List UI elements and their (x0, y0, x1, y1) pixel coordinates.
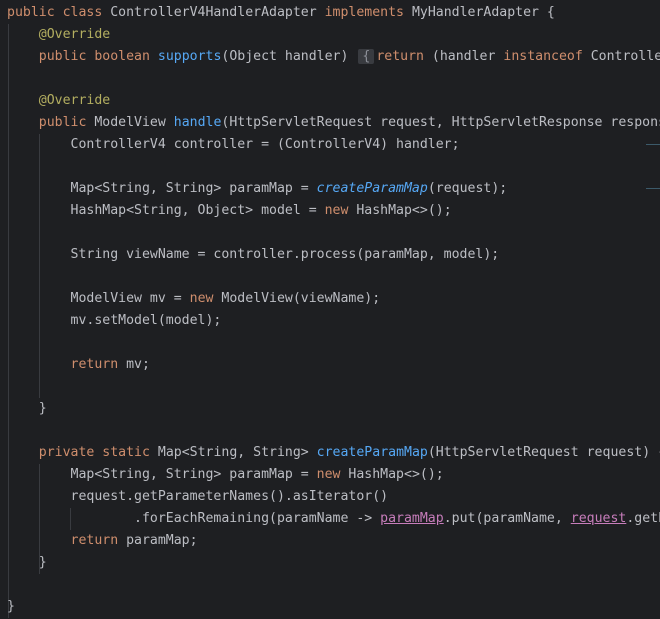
code-token: HashMap<>(); (348, 467, 444, 482)
code-token: ModelView (94, 115, 174, 130)
code-token: ModelView(viewName); (221, 291, 381, 306)
code-token: mv; (126, 357, 150, 372)
code-token: @Override (38, 27, 111, 42)
code-line[interactable]: ControllerV4 controller = (ControllerV4)… (7, 134, 460, 156)
code-token: implements (324, 5, 412, 20)
code-line[interactable]: mv.setModel(model); (7, 310, 222, 332)
code-line[interactable]: return mv; (7, 354, 150, 376)
code-token: HashMap<String, Object> model = (7, 203, 325, 218)
code-token: class (62, 5, 111, 20)
code-token: handle (173, 115, 222, 130)
code-token: new (189, 291, 222, 306)
code-token: ControllerV4); } (590, 49, 660, 64)
code-line[interactable]: Map<String, String> paramMap = new HashM… (7, 464, 444, 486)
scroll-marker (646, 188, 660, 189)
code-token: } (7, 599, 15, 614)
code-line[interactable]: request.getParameterNames().asIterator() (7, 486, 389, 508)
code-token: (HttpServletRequest request, HttpServlet… (221, 115, 660, 130)
code-token: (HttpServletRequest request) { (427, 445, 660, 460)
code-token: private (38, 445, 103, 460)
code-line[interactable]: } (7, 398, 47, 420)
code-line[interactable]: Map<String, String> paramMap = createPar… (7, 178, 508, 200)
code-line[interactable]: } (7, 596, 15, 618)
code-token: Map<String, String> paramMap = (7, 467, 317, 482)
code-token: Map<String, String> (157, 445, 317, 460)
code-token: boolean (94, 49, 158, 64)
code-token: paramMap; (126, 533, 198, 548)
code-line[interactable]: public ModelView handle(HttpServletReque… (7, 112, 660, 134)
code-editor[interactable]: public class ControllerV4HandlerAdapter … (0, 0, 660, 619)
code-line[interactable]: public boolean supports(Object handler) … (7, 46, 660, 68)
code-token: request (570, 511, 627, 526)
code-token: static (102, 445, 158, 460)
code-line[interactable]: ModelView mv = new ModelView(viewName); (7, 288, 381, 310)
code-token: instanceof (503, 49, 591, 64)
scroll-marker (646, 144, 660, 145)
code-token: (Object handler) (221, 49, 357, 64)
code-token: return (376, 49, 432, 64)
code-token: return (70, 357, 127, 372)
code-token: return (70, 533, 127, 548)
code-line[interactable]: .forEachRemaining(paramName -> paramMap.… (7, 508, 660, 530)
code-token: public (38, 115, 95, 130)
code-line[interactable]: String viewName = controller.process(par… (7, 244, 500, 266)
code-token: .forEachRemaining(paramName -> (7, 511, 381, 526)
code-token: (handler (431, 49, 504, 64)
code-token: } (7, 401, 47, 416)
code-token: paramMap (380, 511, 444, 526)
code-token: ModelView mv = (7, 291, 190, 306)
code-token: String viewName = controller.process(par… (7, 247, 500, 262)
code-line[interactable]: @Override (7, 24, 110, 46)
code-line[interactable]: @Override (7, 90, 110, 112)
code-token: } (7, 555, 47, 570)
code-token: Map<String, String> paramMap = (7, 181, 317, 196)
code-line[interactable]: } (7, 552, 47, 574)
code-token: mv.setModel(model); (7, 313, 222, 328)
code-token: .getParameter(paramName))); (626, 511, 660, 526)
code-token: (request); (427, 181, 508, 196)
code-token: public (38, 49, 95, 64)
code-token: ControllerV4 controller = (ControllerV4)… (7, 137, 460, 152)
code-token: .put(paramName, (443, 511, 571, 526)
code-token: @Override (38, 93, 111, 108)
code-line[interactable]: HashMap<String, Object> model = new Hash… (7, 200, 452, 222)
code-token: MyHandlerAdapter { (411, 5, 555, 20)
code-token: supports (157, 49, 222, 64)
folded-code-marker[interactable]: { (358, 49, 375, 64)
code-token: createParamMap (316, 445, 428, 460)
code-token: request.getParameterNames().asIterator() (7, 489, 389, 504)
code-token: new (324, 203, 357, 218)
code-token: ControllerV4HandlerAdapter (110, 5, 325, 20)
code-token: new (316, 467, 349, 482)
code-line[interactable]: public class ControllerV4HandlerAdapter … (7, 2, 555, 24)
code-token: public (7, 5, 63, 20)
code-line[interactable]: return paramMap; (7, 530, 198, 552)
code-line[interactable]: private static Map<String, String> creat… (7, 442, 660, 464)
code-token: createParamMap (316, 181, 428, 196)
code-token: HashMap<>(); (356, 203, 452, 218)
